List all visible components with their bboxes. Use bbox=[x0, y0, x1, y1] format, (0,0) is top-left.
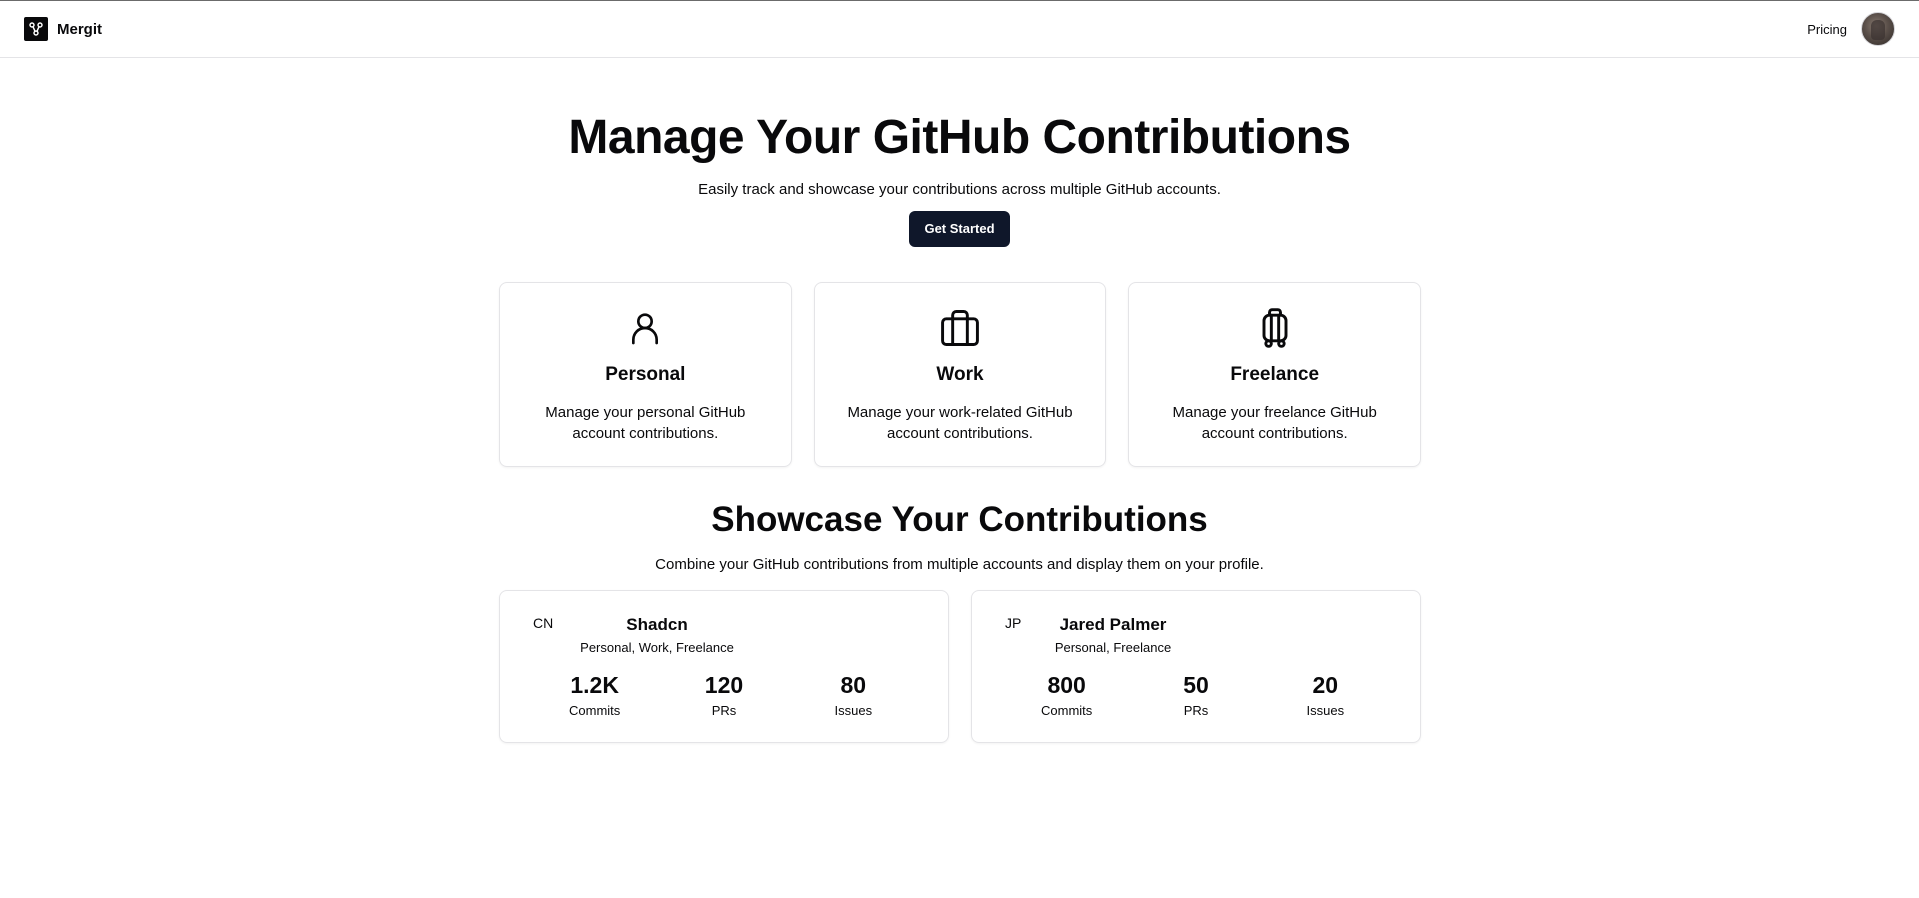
profile-tags: Personal, Work, Freelance bbox=[580, 640, 734, 655]
stat-value: 20 bbox=[1312, 672, 1339, 698]
stat-value: 800 bbox=[1047, 672, 1086, 698]
profile-stats: 800 Commits 50 PRs 20 Issues bbox=[972, 671, 1420, 719]
stat-label: Commits bbox=[1041, 703, 1093, 718]
user-icon bbox=[622, 305, 668, 351]
feature-description: Manage your work-related GitHub account … bbox=[847, 404, 1073, 442]
brand-link[interactable]: Mergit bbox=[24, 17, 102, 41]
feature-title: Work bbox=[936, 364, 984, 385]
stat-label: PRs bbox=[1183, 703, 1209, 718]
nav-pricing-link[interactable]: Pricing bbox=[1807, 22, 1847, 37]
hero-title: Manage Your GitHub Contributions bbox=[568, 111, 1351, 164]
stat-prs: 50 PRs bbox=[1131, 671, 1260, 719]
git-merge-logo-icon bbox=[24, 17, 48, 41]
feature-description: Manage your freelance GitHub account con… bbox=[1172, 404, 1377, 442]
feature-title: Freelance bbox=[1230, 364, 1320, 385]
showcase-title: Showcase Your Contributions bbox=[711, 500, 1208, 539]
stat-value: 80 bbox=[840, 672, 867, 698]
stat-commits: 1.2K Commits bbox=[530, 671, 659, 719]
showcase-subtitle: Combine your GitHub contributions from m… bbox=[655, 556, 1264, 573]
profile-stats: 1.2K Commits 120 PRs 80 Issues bbox=[500, 671, 948, 719]
user-avatar[interactable] bbox=[1861, 12, 1895, 46]
hero-subtitle: Easily track and showcase your contribut… bbox=[698, 181, 1221, 198]
header-nav: Pricing bbox=[1807, 12, 1895, 46]
feature-card-work: Work Manage your work-related GitHub acc… bbox=[813, 282, 1107, 467]
stat-value: 50 bbox=[1183, 672, 1209, 698]
briefcase-icon bbox=[937, 305, 983, 351]
feature-card-personal: Personal Manage your personal GitHub acc… bbox=[499, 282, 792, 467]
hero-section: Manage Your GitHub Contributions Easily … bbox=[0, 110, 1919, 247]
profile-name: Shadcn bbox=[626, 615, 688, 634]
profile-card-jared-palmer: JP Jared Palmer Personal, Freelance 800 … bbox=[971, 590, 1421, 743]
stat-value: 120 bbox=[704, 672, 744, 698]
stat-commits: 800 Commits bbox=[1002, 671, 1131, 719]
feature-title: Personal bbox=[605, 364, 686, 385]
features-grid: Personal Manage your personal GitHub acc… bbox=[499, 282, 1422, 467]
stat-label: Commits bbox=[569, 703, 621, 718]
profiles-grid: CN Shadcn Personal, Work, Freelance 1.2K… bbox=[499, 590, 1421, 743]
stat-value: 1.2K bbox=[570, 672, 619, 698]
feature-description: Manage your personal GitHub account cont… bbox=[545, 404, 746, 442]
profile-name: Jared Palmer bbox=[1059, 615, 1167, 634]
get-started-button[interactable]: Get Started bbox=[909, 211, 1010, 247]
luggage-icon bbox=[1252, 305, 1298, 351]
profile-card-shadcn: CN Shadcn Personal, Work, Freelance 1.2K… bbox=[499, 590, 949, 743]
stat-prs: 120 PRs bbox=[659, 671, 788, 719]
stat-label: Issues bbox=[834, 703, 873, 718]
feature-card-freelance: Freelance Manage your freelance GitHub a… bbox=[1128, 282, 1422, 467]
stat-issues: 80 Issues bbox=[789, 671, 918, 719]
brand-name: Mergit bbox=[57, 20, 102, 38]
stat-issues: 20 Issues bbox=[1261, 671, 1390, 719]
site-header: Mergit Pricing bbox=[0, 1, 1919, 58]
stat-label: Issues bbox=[1306, 703, 1345, 718]
profile-tags: Personal, Freelance bbox=[1054, 640, 1172, 655]
stat-label: PRs bbox=[711, 703, 737, 718]
